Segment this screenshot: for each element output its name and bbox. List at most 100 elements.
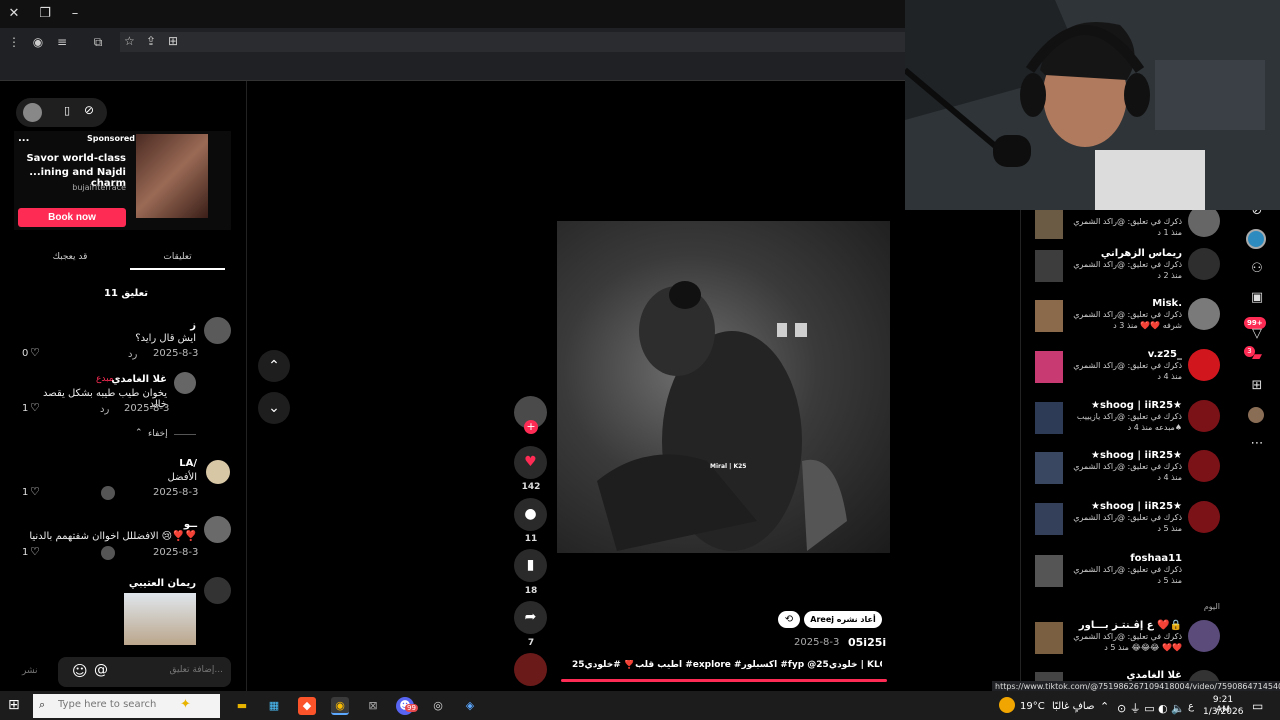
heart-outline-icon[interactable]: ♡ <box>30 346 40 359</box>
weather-condition[interactable]: صافٍ غالبًا <box>1052 701 1094 712</box>
follow-plus-icon[interactable]: + <box>524 420 538 434</box>
restore-window-icon[interactable]: ❐ <box>37 6 53 22</box>
input-language[interactable]: ع <box>1188 701 1194 712</box>
notification-video-thumbnail[interactable] <box>1035 207 1063 239</box>
notification-username[interactable]: ★shoog | iiR25★ <box>1070 501 1182 512</box>
taskbar-search-input[interactable] <box>58 699 178 710</box>
notification-username[interactable]: foshaa11 <box>1070 553 1182 564</box>
previous-video-button[interactable]: ⌃ <box>258 350 290 382</box>
notification-video-thumbnail[interactable] <box>1035 351 1063 383</box>
post-button[interactable]: نشر <box>22 666 38 676</box>
avatar[interactable] <box>204 516 231 543</box>
video-author[interactable]: 05i25i <box>848 636 886 649</box>
share-icon[interactable]: ⇪ <box>146 34 156 48</box>
ad-more-icon[interactable]: ... <box>18 133 29 144</box>
phone-icon[interactable]: ▯ <box>64 104 70 117</box>
notification-username[interactable]: Misk. <box>1070 298 1182 309</box>
mention-button[interactable]: @ <box>94 662 108 678</box>
notification-username[interactable]: غلا الغامدي <box>1070 670 1182 681</box>
comment-author[interactable]: ز <box>100 320 196 331</box>
tray-chevron-icon[interactable]: ⌃ <box>1100 700 1109 713</box>
heart-outline-icon[interactable]: ♡ <box>30 545 40 558</box>
address-bar[interactable]: ☆ ⇪ ⊞ <box>120 32 905 52</box>
profile-icon[interactable]: ◉ <box>30 34 46 50</box>
avatar[interactable] <box>174 372 196 394</box>
reply-button[interactable]: رد <box>100 404 109 415</box>
weather-temp[interactable]: 19°C <box>1020 701 1045 712</box>
notification-video-thumbnail[interactable] <box>1035 503 1063 535</box>
close-window-icon[interactable]: ✕ <box>6 6 22 22</box>
like-heart-icon[interactable]: ♥ <box>514 446 547 479</box>
share-arrow-icon[interactable]: ➦ <box>514 601 547 634</box>
next-video-button[interactable]: ⌄ <box>258 392 290 424</box>
steam-icon[interactable]: ◈ <box>461 697 479 715</box>
extensions-icon[interactable]: ⧉ <box>90 34 106 50</box>
compass-icon[interactable]: ⊘ <box>84 103 94 117</box>
comment-author[interactable]: غلا الغامدي <box>100 374 167 385</box>
reply-button[interactable]: رد <box>128 349 137 360</box>
following-icon[interactable]: ⚇ <box>1248 260 1266 278</box>
comment-image[interactable] <box>124 593 196 645</box>
repost-badge[interactable]: Areej أعاد نشره <box>804 611 882 628</box>
profile-pill[interactable]: ▯ ⊘ <box>16 98 107 127</box>
avatar[interactable] <box>204 577 231 604</box>
notification-center-icon[interactable]: ▭ <box>1252 699 1263 713</box>
comment-author[interactable]: LA/ <box>140 458 197 469</box>
notification-video-thumbnail[interactable] <box>1035 555 1063 587</box>
hide-replies-button[interactable]: إخفاء <box>148 429 168 439</box>
profile-avatar[interactable] <box>1246 229 1266 249</box>
obs-icon[interactable]: ◎ <box>429 697 447 715</box>
file-explorer-icon[interactable]: ▬ <box>233 697 251 715</box>
notification-username[interactable]: ★shoog | iiR25★ <box>1070 450 1182 461</box>
upload-plus-icon[interactable]: ⊞ <box>1248 377 1266 395</box>
comment-author[interactable]: ــو <box>140 519 197 530</box>
avatar[interactable] <box>206 460 230 484</box>
notification-username[interactable]: ★shoog | iiR25★ <box>1070 400 1182 411</box>
clock-date[interactable]: 1/3/2026 <box>1203 707 1243 717</box>
heart-outline-icon[interactable]: ♡ <box>30 485 40 498</box>
store-icon[interactable]: ▦ <box>265 697 283 715</box>
video-player[interactable]: Miral | K25 <box>557 221 890 553</box>
repost-icon[interactable]: ⟲ <box>778 611 800 628</box>
avatar[interactable] <box>1188 501 1220 533</box>
media-control-icon[interactable]: ≡ <box>54 34 70 50</box>
notification-video-thumbnail[interactable] <box>1035 402 1063 434</box>
avatar[interactable] <box>1188 400 1220 432</box>
comment-author[interactable]: ريمان العتيبي <box>110 578 196 589</box>
notification-video-thumbnail[interactable] <box>1035 622 1063 654</box>
book-now-button[interactable]: Book now <box>18 208 126 227</box>
more-icon[interactable]: ⋯ <box>1248 435 1266 453</box>
menu-icon[interactable]: ⋮ <box>6 34 22 50</box>
avatar[interactable] <box>1188 450 1220 482</box>
heart-outline-icon[interactable]: ♡ <box>30 401 40 414</box>
minimize-window-icon[interactable]: – <box>67 6 83 22</box>
sound-disc-avatar[interactable] <box>514 653 547 686</box>
video-progress-bar[interactable] <box>561 679 887 682</box>
chrome-icon[interactable]: ◉ <box>331 697 349 715</box>
avatar[interactable] <box>1188 298 1220 330</box>
comment-bubble-icon[interactable]: ● <box>514 498 547 531</box>
avatar[interactable] <box>1248 407 1264 423</box>
notification-username[interactable]: ريماس الزهراني <box>1070 248 1182 259</box>
inbox-icon[interactable]: ▽ <box>1248 325 1266 343</box>
chevron-up-icon[interactable]: ⌃ <box>135 428 143 438</box>
notification-video-thumbnail[interactable] <box>1035 250 1063 282</box>
emoji-icon[interactable]: ☺ <box>72 662 88 680</box>
avatar[interactable] <box>204 317 231 344</box>
bookmark-icon[interactable]: ▮ <box>514 549 547 582</box>
notification-video-thumbnail[interactable] <box>1035 300 1063 332</box>
avatar[interactable] <box>1188 248 1220 280</box>
translate-icon[interactable]: ⊞ <box>168 34 178 48</box>
notification-username[interactable]: ع إڤـنتـز بـــاور ❤️🔒 <box>1070 620 1182 631</box>
tab-you-may-like[interactable]: قد يعجبك <box>20 249 120 271</box>
windows-start-icon[interactable]: ⊞ <box>8 697 24 713</box>
avatar[interactable] <box>1188 349 1220 381</box>
copilot-icon[interactable]: ✦ <box>180 697 191 712</box>
brave-browser-icon[interactable]: ◆ <box>298 697 316 715</box>
comment-input[interactable] <box>123 665 223 675</box>
bookmark-star-icon[interactable]: ☆ <box>124 34 135 48</box>
avatar[interactable] <box>1188 620 1220 652</box>
weather-icon[interactable] <box>999 697 1015 713</box>
live-tv-icon[interactable]: ▣ <box>1248 289 1266 307</box>
notification-username[interactable]: v.z25_ <box>1070 349 1182 360</box>
